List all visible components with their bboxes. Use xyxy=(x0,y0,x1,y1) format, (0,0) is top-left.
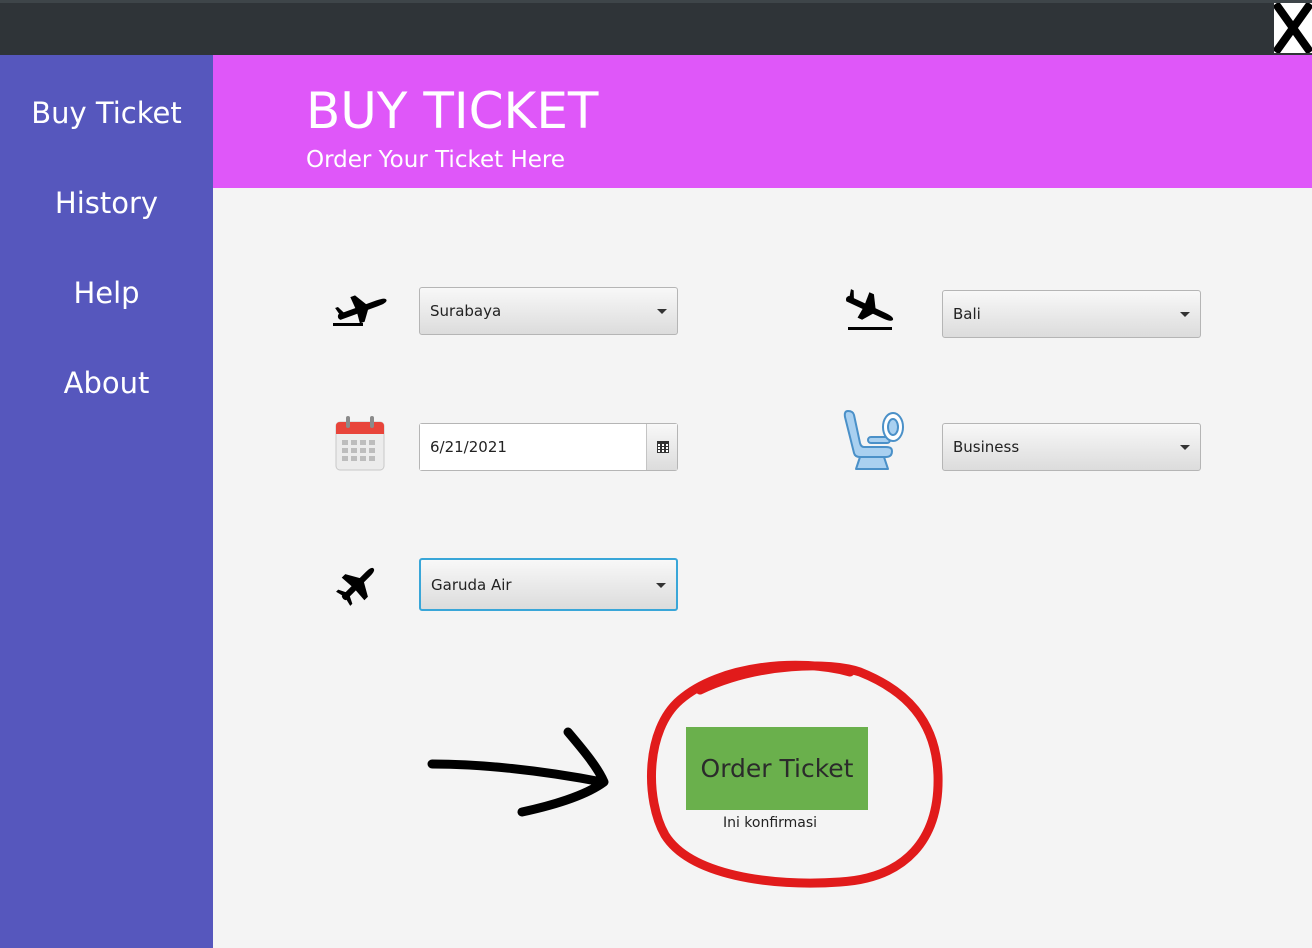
chevron-down-icon xyxy=(1180,312,1190,317)
order-ticket-button[interactable]: Order Ticket xyxy=(686,727,868,810)
titlebar-edge xyxy=(0,0,1312,3)
airline-select[interactable]: Garuda Air xyxy=(419,558,678,611)
sidebar-item-help[interactable]: Help xyxy=(0,263,213,323)
confirmation-label: Ini konfirmasi xyxy=(722,815,818,831)
calendar-icon xyxy=(334,414,386,476)
seat-class-select[interactable]: Business xyxy=(942,423,1201,471)
close-button[interactable] xyxy=(1274,3,1312,53)
seat-class-select-value: Business xyxy=(953,438,1020,456)
airplane-seat-icon xyxy=(842,407,908,483)
page-title: BUY TICKET xyxy=(306,82,599,140)
annotation-arrow xyxy=(427,727,609,817)
destination-select-value: Bali xyxy=(953,305,981,323)
date-picker[interactable] xyxy=(419,423,678,471)
origin-select[interactable]: Surabaya xyxy=(419,287,678,335)
airplane-icon xyxy=(318,558,396,614)
sidebar-item-about[interactable]: About xyxy=(0,353,213,413)
date-picker-button[interactable] xyxy=(646,424,677,470)
sidebar-item-buy-ticket[interactable]: Buy Ticket xyxy=(0,83,213,143)
chevron-down-icon xyxy=(657,309,667,314)
date-field[interactable] xyxy=(420,424,646,470)
page-header: BUY TICKET Order Your Ticket Here xyxy=(213,55,1312,188)
airline-select-value: Garuda Air xyxy=(431,575,512,594)
close-icon xyxy=(1274,3,1312,53)
origin-select-value: Surabaya xyxy=(430,302,502,320)
airplane-landing-icon xyxy=(836,285,900,341)
airplane-takeoff-icon xyxy=(329,276,393,344)
sidebar-item-history[interactable]: History xyxy=(0,173,213,233)
sidebar: Buy Ticket History Help About xyxy=(0,55,213,948)
destination-select[interactable]: Bali xyxy=(942,290,1201,338)
chevron-down-icon xyxy=(1180,445,1190,450)
window-titlebar xyxy=(0,0,1312,55)
chevron-down-icon xyxy=(656,582,666,588)
page-subtitle: Order Your Ticket Here xyxy=(306,147,565,173)
calendar-button-icon xyxy=(657,441,669,453)
